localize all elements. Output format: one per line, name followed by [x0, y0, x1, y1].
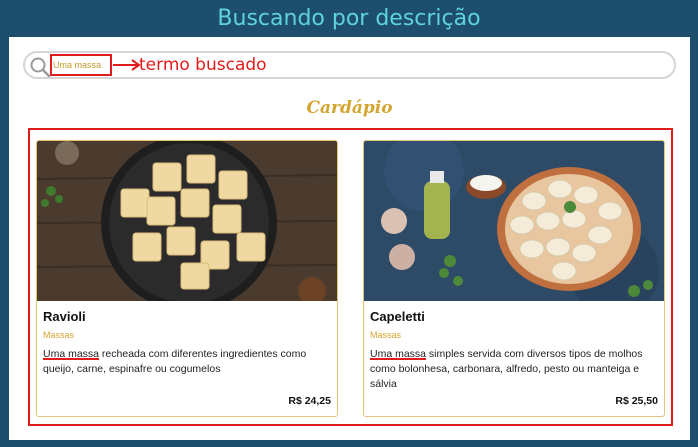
ravioli-image — [37, 141, 337, 301]
search-icon[interactable] — [29, 56, 51, 78]
dish-price: R$ 25,50 — [615, 395, 658, 407]
search-annotation: termo buscado — [139, 55, 267, 75]
dish-name: Ravioli — [43, 309, 86, 324]
menu-card[interactable]: Capeletti Massas Uma massa simples servi… — [363, 140, 665, 417]
arrow-right-icon — [113, 59, 141, 71]
dish-category: Massas — [43, 330, 75, 340]
dish-category: Massas — [370, 330, 402, 340]
frame-title: Buscando por descrição — [217, 6, 481, 31]
menu-title: Cardápio — [306, 98, 393, 118]
dish-description: Uma massa simples servida com diversos t… — [370, 347, 658, 392]
dish-price: R$ 24,25 — [288, 395, 331, 407]
search-match-highlight: Uma massa — [43, 348, 100, 360]
search-match-highlight: Uma massa — [370, 348, 427, 360]
menu-card[interactable]: Ravioli Massas Uma massa recheada com di… — [36, 140, 338, 417]
capeletti-image — [364, 141, 664, 301]
dish-description: Uma massa recheada com diferentes ingred… — [43, 347, 331, 377]
app-screen: Uma massa termo buscado Cardápio Ravioli… — [9, 37, 690, 440]
dish-name: Capeletti — [370, 309, 425, 324]
search-term[interactable]: Uma massa — [53, 60, 101, 70]
